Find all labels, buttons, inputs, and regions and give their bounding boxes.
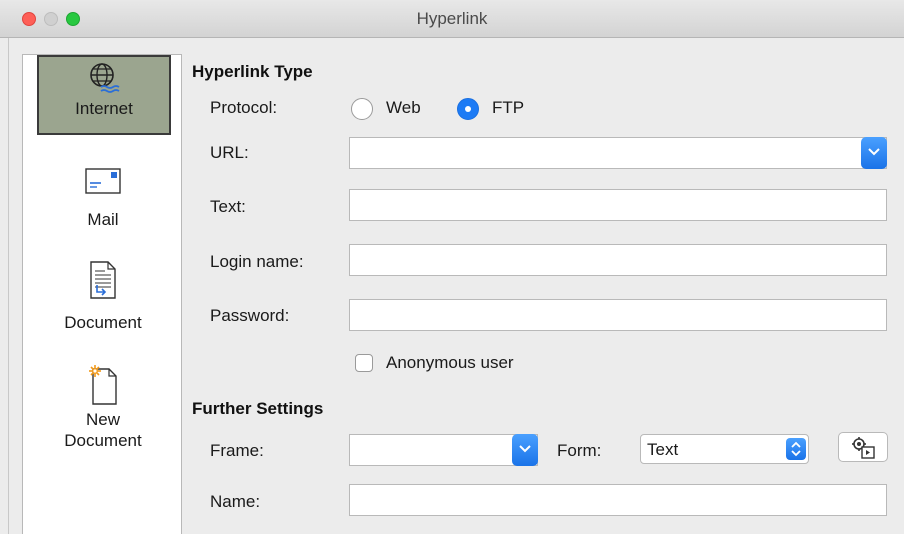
title-bar: Hyperlink: [0, 0, 904, 38]
hyperlink-type-sidebar: Internet Mail Document New Document: [22, 54, 182, 534]
window-title: Hyperlink: [416, 9, 488, 28]
password-label: Password:: [210, 306, 290, 325]
hyperlink-dialog: Hyperlink Internet Mail Document New Doc…: [0, 0, 904, 534]
login-name-field[interactable]: [349, 244, 887, 276]
name-field[interactable]: [349, 484, 887, 516]
sidebar-item-mail[interactable]: Mail: [23, 167, 183, 230]
form-label: Form:: [557, 441, 602, 460]
form-select[interactable]: Text: [640, 434, 809, 464]
web-radio-label[interactable]: Web: [386, 98, 421, 118]
sidebar-item-label: Document: [64, 313, 142, 332]
frame-combobox[interactable]: [349, 434, 538, 466]
chevron-down-icon[interactable]: [861, 137, 887, 169]
login-name-label: Login name:: [210, 252, 304, 271]
sidebar-item-document[interactable]: Document: [23, 261, 183, 333]
ftp-radio-label[interactable]: FTP: [492, 98, 524, 118]
url-label: URL:: [210, 143, 249, 162]
frame-label: Frame:: [210, 441, 264, 460]
chevron-down-icon[interactable]: [512, 434, 538, 466]
anonymous-user-label[interactable]: Anonymous user: [386, 353, 514, 373]
sidebar-item-label: Internet: [75, 99, 133, 118]
sidebar-item-new-document[interactable]: New Document: [23, 363, 183, 451]
sidebar-item-internet[interactable]: Internet: [37, 55, 171, 135]
sidebar-item-label: New: [85, 410, 120, 429]
globe-icon: [90, 63, 120, 93]
envelope-icon: [85, 168, 121, 194]
events-icon: [852, 437, 875, 459]
password-field[interactable]: [349, 299, 887, 331]
form-select-value: Text: [647, 440, 679, 459]
further-settings-heading: Further Settings: [192, 399, 324, 418]
new-document-icon: [89, 365, 117, 405]
sidebar-item-label-line2: Document: [64, 431, 142, 450]
protocol-label: Protocol:: [210, 98, 278, 117]
events-button[interactable]: [838, 432, 888, 462]
document-icon: [90, 261, 116, 299]
divider: [8, 38, 9, 534]
sidebar-item-label: Mail: [87, 210, 119, 229]
hyperlink-type-heading: Hyperlink Type: [192, 62, 313, 81]
anonymous-user-checkbox[interactable]: [355, 354, 373, 372]
text-label: Text:: [210, 197, 246, 216]
text-field[interactable]: [349, 189, 887, 221]
ftp-radio[interactable]: [457, 98, 479, 120]
updown-chevron-icon: [786, 438, 806, 460]
url-combobox[interactable]: [349, 137, 887, 169]
web-radio[interactable]: [351, 98, 373, 120]
name-label: Name:: [210, 492, 261, 511]
